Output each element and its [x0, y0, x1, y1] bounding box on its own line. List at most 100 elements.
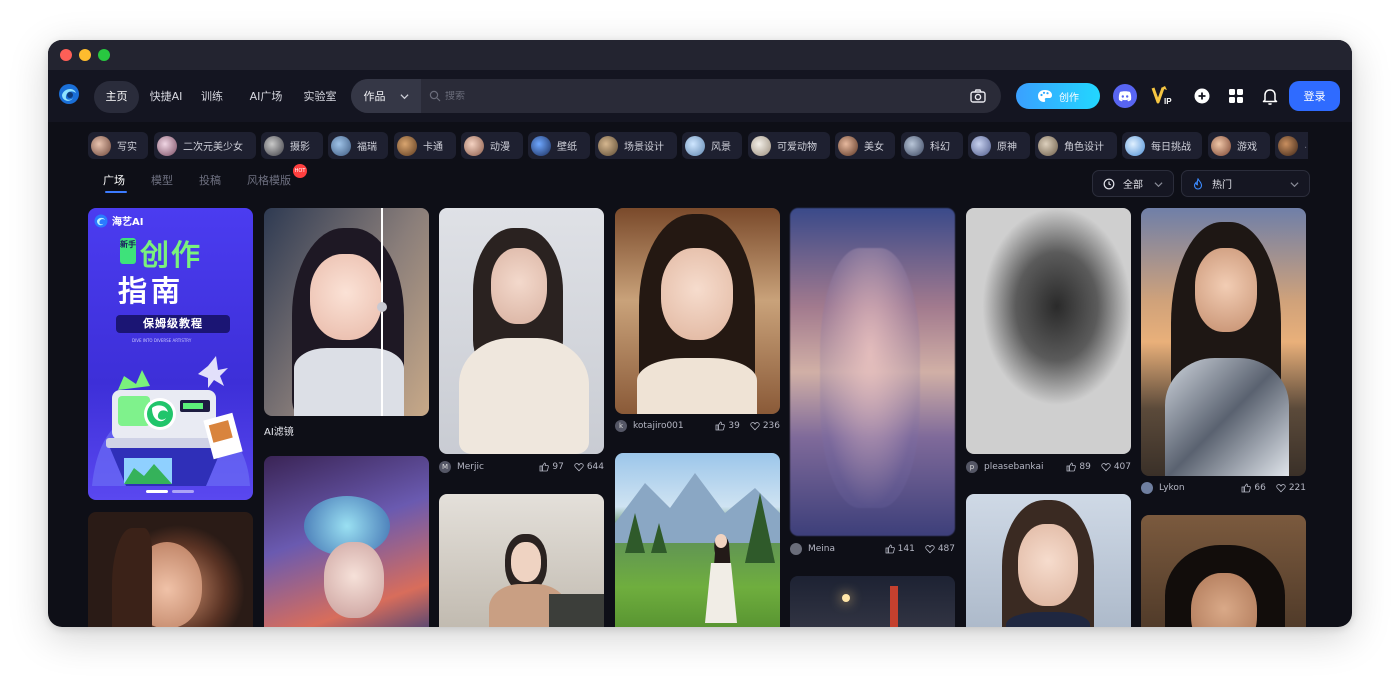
- flame-icon: [1193, 177, 1203, 190]
- tag-thumbnail: [751, 135, 771, 156]
- image-card-col7-row2[interactable]: [1141, 515, 1306, 627]
- tag-beauty[interactable]: 美女: [835, 132, 895, 159]
- tag-character-design[interactable]: 角色设计: [1035, 132, 1117, 159]
- image-card-night-street[interactable]: [790, 576, 955, 627]
- tag-more[interactable]: ...: [1275, 132, 1308, 159]
- favorite-count[interactable]: 221: [1276, 483, 1306, 493]
- image-card-col4-row1[interactable]: [615, 208, 780, 414]
- photo-sweater: [459, 338, 589, 454]
- photo-face: [491, 248, 547, 324]
- search-type-select[interactable]: 作品: [351, 79, 421, 113]
- tag-label: 卡通: [423, 142, 443, 153]
- like-count[interactable]: 97: [539, 462, 564, 472]
- like-count[interactable]: 39: [715, 421, 740, 431]
- nav-tab-quick-ai[interactable]: 快捷AI: [144, 81, 188, 113]
- image-card-landscape[interactable]: [615, 453, 780, 627]
- favorite-count[interactable]: 236: [750, 421, 780, 431]
- discord-icon[interactable]: [1113, 84, 1137, 108]
- time-filter-label: 全部: [1123, 180, 1143, 191]
- guide-banner-card[interactable]: 海艺AI 新手 创作 指南 保姆级教程 DIVE INTO DIVERSE AR…: [88, 208, 253, 500]
- user-avatar[interactable]: [1141, 482, 1153, 494]
- username[interactable]: pleasebankai: [984, 462, 1056, 472]
- tag-cute-animals[interactable]: 可爱动物: [748, 132, 830, 159]
- username[interactable]: Meina: [808, 544, 875, 554]
- bell-icon[interactable]: [1258, 84, 1282, 108]
- tag-realistic[interactable]: 写实: [88, 132, 148, 159]
- favorite-count[interactable]: 487: [925, 544, 955, 554]
- login-button[interactable]: 登录: [1289, 81, 1340, 111]
- image-card-col6-row2[interactable]: [966, 494, 1131, 627]
- like-count[interactable]: 141: [885, 544, 915, 554]
- tag-animation[interactable]: 动漫: [461, 132, 523, 159]
- search-input[interactable]: [445, 90, 965, 102]
- like-count[interactable]: 89: [1066, 462, 1091, 472]
- minimize-window-button[interactable]: [79, 49, 91, 61]
- tag-wallpaper[interactable]: 壁纸: [528, 132, 590, 159]
- time-filter-select[interactable]: 全部: [1092, 170, 1174, 197]
- tag-furry[interactable]: 福瑞: [328, 132, 388, 159]
- tag-thumbnail: [531, 135, 551, 156]
- svg-text:IP: IP: [1164, 97, 1172, 106]
- sort-filter-select[interactable]: 热门: [1181, 170, 1310, 197]
- subtab-models[interactable]: 模型: [151, 172, 173, 188]
- subtab-plaza[interactable]: 广场: [103, 172, 125, 188]
- tag-daily-challenge[interactable]: 每日挑战: [1122, 132, 1202, 159]
- nav-tab-ai-plaza[interactable]: AI广场: [244, 81, 288, 113]
- user-avatar[interactable]: M: [439, 461, 451, 473]
- brand-logo-icon: [94, 214, 108, 227]
- image-card-col3-row1[interactable]: [439, 208, 604, 454]
- image-card-fantasy[interactable]: [264, 456, 429, 627]
- image-card-armor[interactable]: [1141, 208, 1306, 476]
- favorite-count-value: 487: [937, 544, 955, 554]
- tag-cartoon[interactable]: 卡通: [394, 132, 456, 159]
- tag-thumbnail: [464, 135, 484, 156]
- image-card-col1-row2[interactable]: [88, 512, 253, 627]
- tag-photography[interactable]: 摄影: [261, 132, 323, 159]
- tag-scifi[interactable]: 科幻: [901, 132, 963, 159]
- heart-icon: [1276, 484, 1286, 493]
- username[interactable]: kotajiro001: [633, 421, 705, 431]
- apps-grid-icon[interactable]: [1224, 84, 1248, 108]
- camera-icon[interactable]: [969, 87, 987, 105]
- create-button[interactable]: 创作: [1016, 83, 1100, 109]
- before-after-divider[interactable]: [381, 208, 383, 416]
- image-card-col3-row2[interactable]: [439, 494, 604, 627]
- maximize-window-button[interactable]: [98, 49, 110, 61]
- nav-tab-lab[interactable]: 实验室: [300, 81, 340, 113]
- user-avatar[interactable]: k: [615, 420, 627, 432]
- tag-scene-design[interactable]: 场景设计: [595, 132, 677, 159]
- favorite-count[interactable]: 644: [574, 462, 604, 472]
- image-card-blurred-1[interactable]: [790, 208, 955, 536]
- ai-filter-card[interactable]: [264, 208, 429, 416]
- banner-subtitle: 保姆级教程: [116, 315, 230, 333]
- photo-face: [1195, 248, 1257, 332]
- like-count[interactable]: 66: [1241, 483, 1266, 493]
- vip-icon[interactable]: IP: [1151, 84, 1177, 108]
- nav-tab-train[interactable]: 训练: [196, 81, 228, 113]
- compare-slider-handle[interactable]: [377, 302, 387, 312]
- chevron-down-icon: [1290, 182, 1299, 188]
- tag-landscape[interactable]: 风景: [682, 132, 742, 159]
- subtab-submissions[interactable]: 投稿: [199, 172, 221, 188]
- image-card-blurred-2[interactable]: [966, 208, 1131, 454]
- username[interactable]: Merjic: [457, 462, 529, 472]
- thumbs-up-icon: [885, 544, 895, 554]
- tag-game[interactable]: 游戏: [1208, 132, 1270, 159]
- tag-genshin[interactable]: 原神: [968, 132, 1030, 159]
- photo-face: [661, 248, 733, 340]
- tag-anime-girl[interactable]: 二次元美少女: [154, 132, 256, 159]
- nav-tab-home[interactable]: 主页: [94, 81, 139, 113]
- app-logo-icon[interactable]: [58, 83, 80, 105]
- subtab-style-templates[interactable]: 风格模版: [247, 172, 291, 188]
- photo-face: [511, 542, 541, 582]
- favorite-count[interactable]: 407: [1101, 462, 1131, 472]
- user-avatar[interactable]: [790, 543, 802, 555]
- tag-label: 福瑞: [357, 142, 377, 153]
- banner-brand: 海艺AI: [94, 213, 143, 228]
- fantasy-face: [324, 542, 384, 618]
- portrait-hair: [112, 528, 152, 627]
- username[interactable]: Lykon: [1159, 483, 1231, 493]
- close-window-button[interactable]: [60, 49, 72, 61]
- user-avatar[interactable]: p: [966, 461, 978, 473]
- add-icon[interactable]: [1190, 84, 1214, 108]
